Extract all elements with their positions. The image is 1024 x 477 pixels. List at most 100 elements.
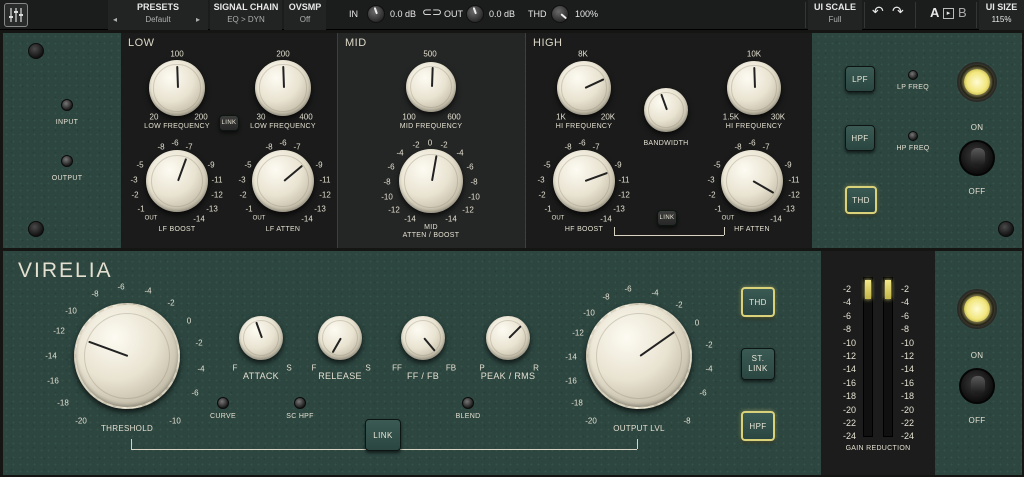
scale-tick-label: 100 [402, 112, 416, 122]
hf-boost-knob[interactable] [553, 150, 615, 212]
mid-frequency-knob[interactable] [406, 62, 456, 112]
eq-power-toggle[interactable] [959, 140, 995, 176]
release-knob[interactable] [318, 316, 362, 360]
settings-sliders-icon[interactable] [4, 3, 28, 27]
mid-band-title: MID [345, 37, 367, 49]
scale-tick-label: -9 [784, 160, 792, 170]
scale-tick-label: OUT [551, 215, 565, 222]
scale-tick-label: F [311, 363, 317, 373]
peak-rms-label: PEAK / RMS [480, 371, 536, 381]
comp-hpf-button[interactable]: HPF [741, 411, 775, 441]
meter-scale-tick: -6 [901, 310, 910, 321]
preset-b-button[interactable]: B [958, 6, 967, 19]
undo-icon[interactable]: ↶ [872, 4, 884, 18]
presets-value: Default [145, 15, 171, 24]
ui-scale-label: UI SCALE [813, 2, 856, 12]
hp-freq-trim[interactable] [908, 131, 918, 141]
scale-tick-label: -12 [462, 205, 474, 215]
low-frequency-1-knob[interactable] [149, 60, 205, 116]
peak-rms-knob[interactable] [486, 316, 530, 360]
scale-tick-label: -5 [244, 160, 252, 170]
signal-chain-selector[interactable]: SIGNAL CHAIN EQ > DYN [210, 0, 282, 30]
meter-scale-tick: -22 [843, 418, 857, 429]
out-value: 0.0 dB [489, 9, 516, 19]
meter-scale-tick: -6 [843, 310, 852, 321]
sc-hpf-trim[interactable] [294, 397, 306, 409]
in-label: IN [349, 9, 358, 19]
scale-tick-label: -1 [544, 204, 552, 214]
link-bracket-line [614, 227, 615, 235]
mid-band-section: MID 500 100 600 MID FREQUENCY 0 -2 -2 -4… [338, 33, 525, 248]
scale-tick-label: -18 [571, 398, 583, 408]
thd-amount-knob[interactable] [551, 5, 569, 23]
low-link-button[interactable]: LINK [219, 115, 239, 131]
meter-scale-tick: -22 [901, 418, 915, 429]
lpf-button[interactable]: LPF [845, 66, 875, 92]
scale-tick-label: -2 [705, 340, 713, 350]
gain-reduction-label: GAIN REDUCTION [845, 445, 911, 452]
output-trim[interactable] [61, 155, 73, 167]
input-trim[interactable] [61, 99, 73, 111]
hpf-button[interactable]: HPF [845, 125, 875, 151]
prev-preset-icon[interactable]: ◂ [113, 15, 117, 25]
scale-tick-label: -12 [319, 190, 331, 200]
blend-trim[interactable] [462, 397, 474, 409]
preset-a-button[interactable]: A [930, 6, 939, 19]
scale-tick-label: -2 [239, 190, 247, 200]
lp-freq-trim[interactable] [908, 70, 918, 80]
knob-cap [586, 303, 692, 409]
curve-trim[interactable] [217, 397, 229, 409]
output-gain-knob[interactable] [466, 5, 484, 23]
scale-tick-label: -13 [314, 204, 326, 214]
scale-tick-label: -12 [788, 190, 800, 200]
ui-size-selector[interactable]: UI SIZE 115% [979, 0, 1024, 30]
ff-fb-knob[interactable] [401, 316, 445, 360]
low-frequency-2-knob[interactable] [255, 60, 311, 116]
bandwidth-knob[interactable] [644, 88, 688, 132]
high-link-button[interactable]: LINK [657, 210, 677, 226]
input-label: INPUT [55, 119, 79, 126]
scale-tick-label: -2 [708, 190, 716, 200]
copy-ab-icon[interactable]: ▸ [943, 8, 954, 19]
output-level-knob[interactable] [586, 303, 692, 409]
scale-tick-label: -4 [144, 286, 152, 296]
comp-power-toggle[interactable] [959, 368, 995, 404]
input-gain-knob[interactable] [367, 5, 385, 23]
hi-frequency-1-knob[interactable] [557, 61, 611, 115]
mid-frequency-label: MID FREQUENCY [399, 123, 463, 130]
scale-tick-label: -20 [75, 416, 87, 426]
scale-tick-label: 8K [578, 49, 588, 59]
attack-knob[interactable] [239, 316, 283, 360]
ui-scale-value: Full [828, 15, 842, 24]
ovsmp-label: OVSMP [288, 2, 322, 12]
stereo-link-button[interactable]: LINK [365, 419, 401, 451]
lf-boost-knob[interactable] [146, 150, 208, 212]
oversampling-selector[interactable]: OVSMP Off [284, 0, 326, 30]
st-link-button[interactable]: ST. LINK [741, 348, 775, 380]
lf-atten-knob[interactable] [252, 150, 314, 212]
presets-selector[interactable]: PRESETS Default ◂ ▸ [108, 0, 208, 30]
scale-tick-label: 0 [427, 138, 433, 148]
link-chain-icon[interactable]: ⊂⊃ [422, 6, 442, 18]
scale-tick-label: -6 [624, 284, 632, 294]
next-preset-icon[interactable]: ▸ [196, 15, 200, 25]
hf-atten-knob[interactable] [721, 150, 783, 212]
scale-tick-label: -4 [197, 364, 205, 374]
threshold-knob[interactable] [74, 303, 180, 409]
in-value: 0.0 dB [390, 9, 417, 19]
meter-scale-tick: -18 [901, 391, 915, 402]
scale-tick-label: -5 [136, 160, 144, 170]
link-bracket-line [131, 439, 132, 449]
hi-frequency-2-knob[interactable] [727, 61, 781, 115]
release-label: RELEASE [318, 371, 362, 381]
redo-icon[interactable]: ↷ [892, 4, 904, 18]
panel-screw [28, 221, 44, 237]
scale-tick-label: -12 [572, 328, 584, 338]
eq-thd-button[interactable]: THD [845, 186, 877, 214]
hf-boost-label: HF BOOST [564, 226, 604, 233]
ui-scale-selector[interactable]: UI SCALE Full [808, 0, 862, 30]
knob-cap [557, 61, 611, 115]
comp-thd-button[interactable]: THD [741, 287, 775, 317]
mid-atten-boost-knob[interactable] [399, 149, 463, 213]
scale-tick-label: -16 [565, 376, 577, 386]
